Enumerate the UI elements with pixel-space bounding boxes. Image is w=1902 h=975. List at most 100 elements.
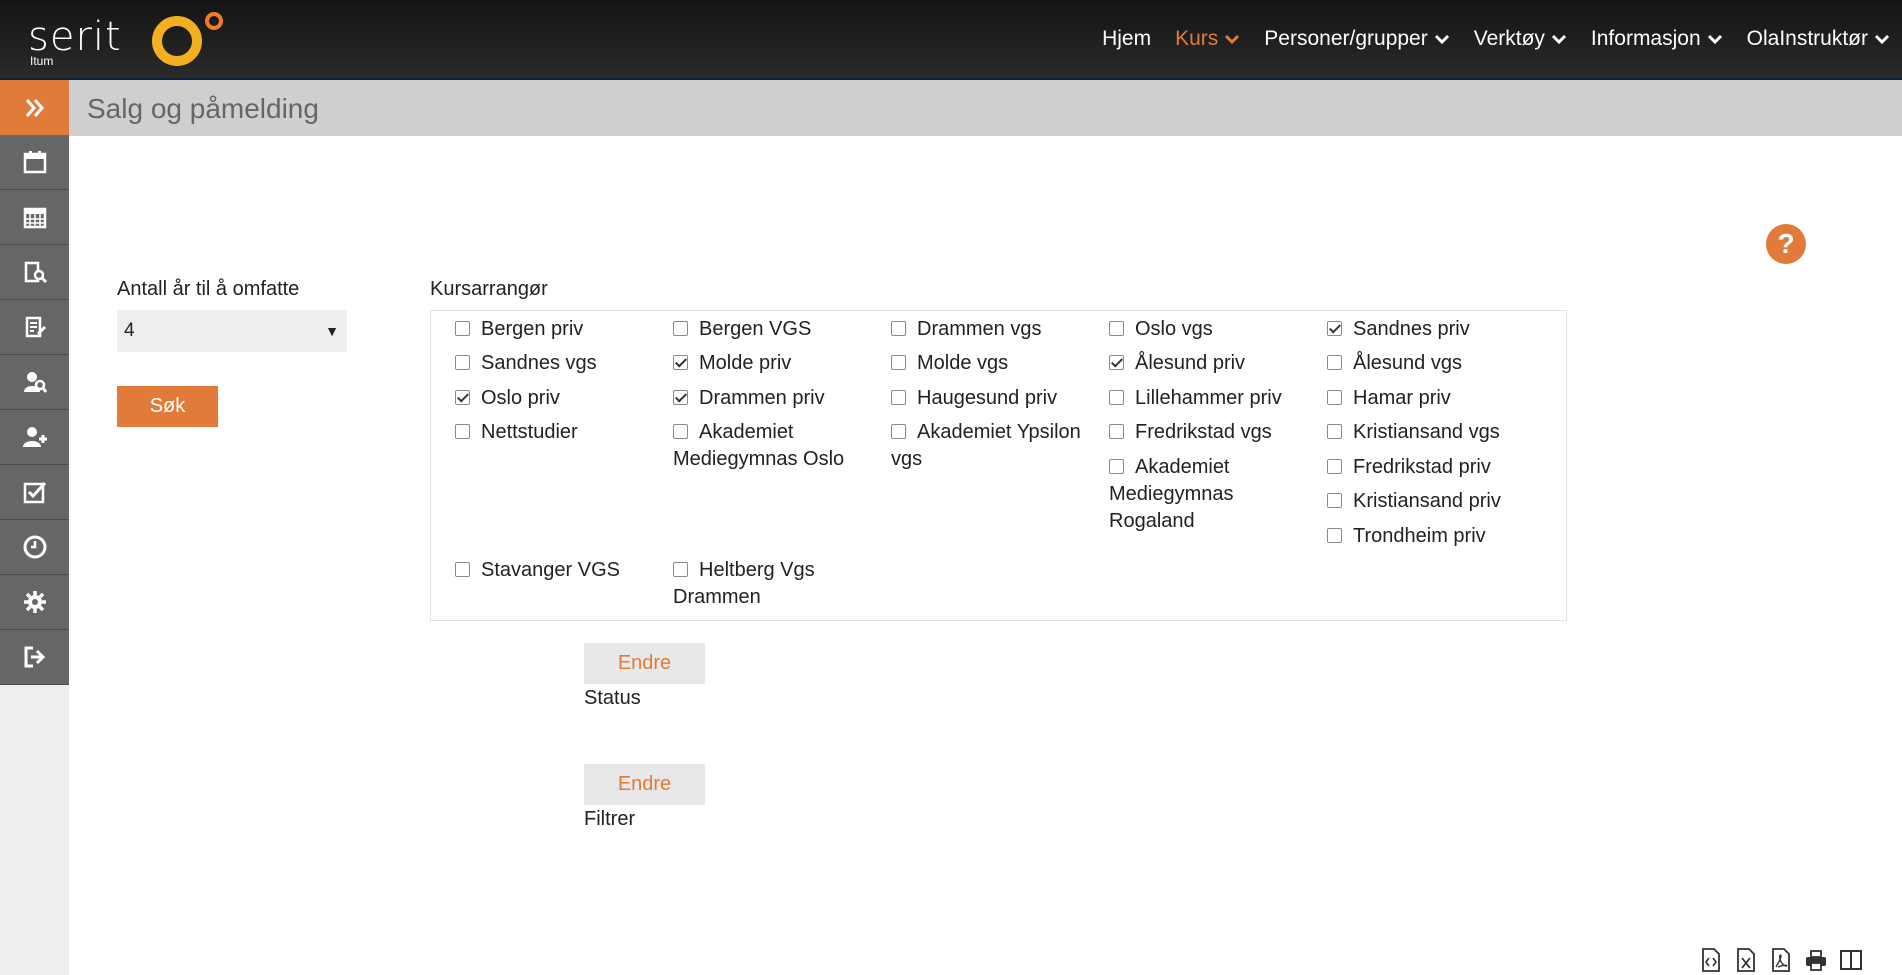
nav-item-label: Personer/grupper: [1264, 27, 1428, 50]
checkbox[interactable]: [1109, 424, 1124, 439]
checkbox[interactable]: [1109, 459, 1124, 474]
organizer-checkbox-fredrikstad-priv[interactable]: Fredrikstad priv: [1327, 454, 1527, 481]
checkbox[interactable]: [455, 321, 470, 336]
organizer-checkbox-molde-vgs[interactable]: Molde vgs: [891, 350, 1091, 377]
organizer-checkbox-haugesund-priv[interactable]: Haugesund priv: [891, 385, 1091, 412]
sidebar-item-settings[interactable]: [0, 575, 69, 630]
organizer-checkbox-akademiet-ypsilon-vgs[interactable]: Akademiet Ypsilon vgs: [891, 419, 1091, 473]
checkbox-checked[interactable]: [673, 390, 688, 405]
years-label: Antall år til å omfatte: [117, 278, 300, 300]
years-select[interactable]: 4 ▼: [117, 310, 347, 352]
checkbox[interactable]: [891, 321, 906, 336]
checkbox[interactable]: [1327, 424, 1342, 439]
filter-label: Filtrer: [584, 808, 636, 830]
calendar-grid-icon: [23, 207, 46, 229]
checkbox-checked[interactable]: [455, 390, 470, 405]
organizer-checkbox-molde-priv[interactable]: Molde priv: [673, 350, 873, 377]
organizer-checkbox-drammen-priv[interactable]: Drammen priv: [673, 385, 873, 412]
checkbox[interactable]: [1327, 459, 1342, 474]
chevron-down-icon: [1434, 34, 1449, 45]
checkbox[interactable]: [1327, 493, 1342, 508]
organizer-checkbox-kristiansand-priv[interactable]: Kristiansand priv: [1327, 488, 1527, 515]
nav-item-label: Kurs: [1175, 27, 1219, 50]
sidebar-item-checklist[interactable]: [0, 465, 69, 520]
sidebar-item-calendar[interactable]: [0, 135, 69, 190]
organizer-checkbox-fredrikstad-vgs[interactable]: Fredrikstad vgs: [1109, 419, 1309, 446]
organizer-checkbox-trondheim-priv[interactable]: Trondheim priv: [1327, 523, 1527, 550]
checkbox[interactable]: [891, 355, 906, 370]
organizer-checkbox-oslo-priv[interactable]: Oslo priv: [455, 385, 655, 412]
organizer-checkbox-hamar-priv[interactable]: Hamar priv: [1327, 385, 1527, 412]
nav-item-hjem[interactable]: Hjem: [1102, 27, 1151, 51]
nav-item-kurs[interactable]: Kurs: [1175, 27, 1240, 51]
sidebar-item-course-edit[interactable]: [0, 300, 69, 355]
columns-icon[interactable]: [1840, 948, 1862, 972]
checkbox[interactable]: [1327, 355, 1342, 370]
gear-icon: [23, 591, 46, 613]
search-button[interactable]: Søk: [117, 386, 218, 427]
checkbox[interactable]: [673, 562, 688, 577]
sidebar-item-history[interactable]: [0, 520, 69, 575]
nav-item-verktoy[interactable]: Verktøy: [1474, 27, 1567, 51]
status-label: Status: [584, 687, 641, 709]
organizer-checkbox-sandnes-vgs[interactable]: Sandnes vgs: [455, 350, 655, 377]
checkbox[interactable]: [673, 424, 688, 439]
checkbox-checked[interactable]: [1109, 355, 1124, 370]
nav-item-label: Informasjon: [1590, 27, 1701, 50]
logo-dot-icon: [205, 12, 223, 30]
sidebar-item-person-search[interactable]: [0, 355, 69, 410]
checkbox-checked[interactable]: [673, 355, 688, 370]
organizer-checkbox-akademiet-mediegymnas-oslo[interactable]: Akademiet Mediegymnas Oslo: [673, 419, 873, 473]
sidebar-item-calendar-grid[interactable]: [0, 190, 69, 245]
filter-change-button[interactable]: Endre: [584, 764, 705, 805]
html-export-icon[interactable]: [1700, 948, 1722, 972]
years-select-value: 4: [124, 320, 135, 341]
organizer-checkbox-lillehammer-priv[interactable]: Lillehammer priv: [1109, 385, 1309, 412]
chevron-down-icon: [1874, 34, 1890, 45]
checkbox[interactable]: [1109, 390, 1124, 405]
nav-item-label: Verktøy: [1473, 27, 1545, 50]
print-icon[interactable]: [1805, 948, 1827, 972]
organizer-checkbox-nettstudier[interactable]: Nettstudier: [455, 419, 655, 446]
nav-item-user[interactable]: OlaInstruktør: [1747, 27, 1890, 51]
organizer-checkbox-sandnes-priv[interactable]: Sandnes priv: [1327, 316, 1527, 343]
sidebar-expand-button[interactable]: [0, 80, 69, 135]
nav-item-personer-grupper[interactable]: Personer/grupper: [1264, 27, 1449, 51]
checkbox-checked[interactable]: [1327, 321, 1342, 336]
checklist-icon: [23, 481, 46, 504]
organizer-checkbox-alesund-vgs[interactable]: Ålesund vgs: [1327, 350, 1527, 377]
checkbox[interactable]: [1327, 390, 1342, 405]
checkbox[interactable]: [1109, 321, 1124, 336]
excel-export-icon[interactable]: [1735, 948, 1757, 972]
checkbox[interactable]: [1327, 528, 1342, 543]
organizer-checkbox-kristiansand-vgs[interactable]: Kristiansand vgs: [1327, 419, 1527, 446]
sidebar-item-logout[interactable]: [0, 630, 69, 685]
logo-subtitle: Itum: [30, 54, 54, 68]
page-header: Salg og påmelding: [69, 80, 1902, 136]
checkbox[interactable]: [455, 355, 470, 370]
checkbox[interactable]: [455, 424, 470, 439]
chevron-down-icon: [1551, 34, 1566, 45]
organizer-checkbox-bergen-vgs[interactable]: Bergen VGS: [673, 316, 873, 343]
organizer-checkbox-akademiet-mediegymnas-rogaland[interactable]: Akademiet Mediegymnas Rogaland: [1109, 454, 1269, 535]
pdf-export-icon[interactable]: [1770, 948, 1792, 972]
clock-icon: [23, 535, 46, 559]
sidebar-item-course-search[interactable]: [0, 245, 69, 300]
checkbox[interactable]: [455, 562, 470, 577]
checkbox[interactable]: [891, 424, 906, 439]
status-change-button[interactable]: Endre: [584, 643, 705, 684]
checkbox[interactable]: [891, 390, 906, 405]
organizer-checkbox-alesund-priv[interactable]: Ålesund priv: [1109, 350, 1309, 377]
organizer-checkbox-oslo-vgs[interactable]: Oslo vgs: [1109, 316, 1309, 343]
checkbox[interactable]: [673, 321, 688, 336]
organizer-checkbox-drammen-vgs[interactable]: Drammen vgs: [891, 316, 1091, 343]
top-navigation-bar: serit Itum Hjem Kurs Personer/grupper Ve…: [0, 0, 1902, 80]
chevron-down-icon: [1225, 34, 1240, 45]
organizer-checkbox-bergen-priv[interactable]: Bergen priv: [455, 316, 655, 343]
help-icon[interactable]: ?: [1766, 224, 1806, 264]
course-search-icon: [24, 261, 47, 284]
nav-item-informasjon[interactable]: Informasjon: [1591, 27, 1723, 51]
sidebar-item-add-person[interactable]: [0, 410, 69, 465]
organizer-checkbox-heltberg-vgs-drammen[interactable]: Heltberg Vgs Drammen: [673, 557, 833, 611]
organizer-checkbox-stavanger-vgs[interactable]: Stavanger VGS: [455, 557, 655, 584]
